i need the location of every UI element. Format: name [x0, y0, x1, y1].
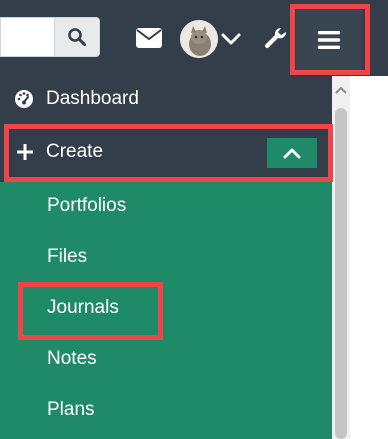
cat-photo-icon: [180, 20, 218, 58]
submenu-item-files[interactable]: Files: [47, 246, 87, 268]
submenu-item-notes[interactable]: Notes: [47, 348, 97, 370]
sidebar-item-label: Create: [46, 141, 104, 162]
top-header: [0, 0, 388, 76]
admin-button[interactable]: [260, 24, 290, 54]
main-menu-button[interactable]: [296, 9, 362, 71]
main-content-area: [350, 76, 388, 439]
sidebar-item-label: Dashboard: [46, 88, 139, 109]
search-icon: [68, 28, 86, 46]
create-collapse-button[interactable]: [267, 138, 317, 168]
plus-icon: [17, 144, 33, 160]
submenu-item-journals[interactable]: Journals: [47, 297, 119, 319]
chevron-down-icon: [221, 33, 241, 45]
envelope-icon: [136, 28, 162, 48]
chevron-up-icon: [283, 148, 301, 159]
user-avatar[interactable]: [180, 20, 218, 58]
wrench-icon: [264, 27, 287, 49]
scrollbar-thumb[interactable]: [335, 108, 347, 439]
sidebar-item-dashboard[interactable]: Dashboard: [0, 76, 332, 122]
dashboard-icon: [15, 90, 33, 108]
hamburger-menu-icon: [318, 31, 340, 49]
inbox-button[interactable]: [134, 25, 164, 51]
submenu-item-plans[interactable]: Plans: [47, 399, 95, 421]
search-button[interactable]: [54, 17, 100, 57]
user-menu-toggle[interactable]: [220, 28, 242, 50]
scroll-up-arrow-icon[interactable]: [334, 84, 348, 96]
search-input[interactable]: [0, 17, 54, 57]
submenu-item-portfolios[interactable]: Portfolios: [47, 195, 126, 217]
create-submenu: Portfolios Files Journals Notes Plans: [0, 182, 332, 439]
